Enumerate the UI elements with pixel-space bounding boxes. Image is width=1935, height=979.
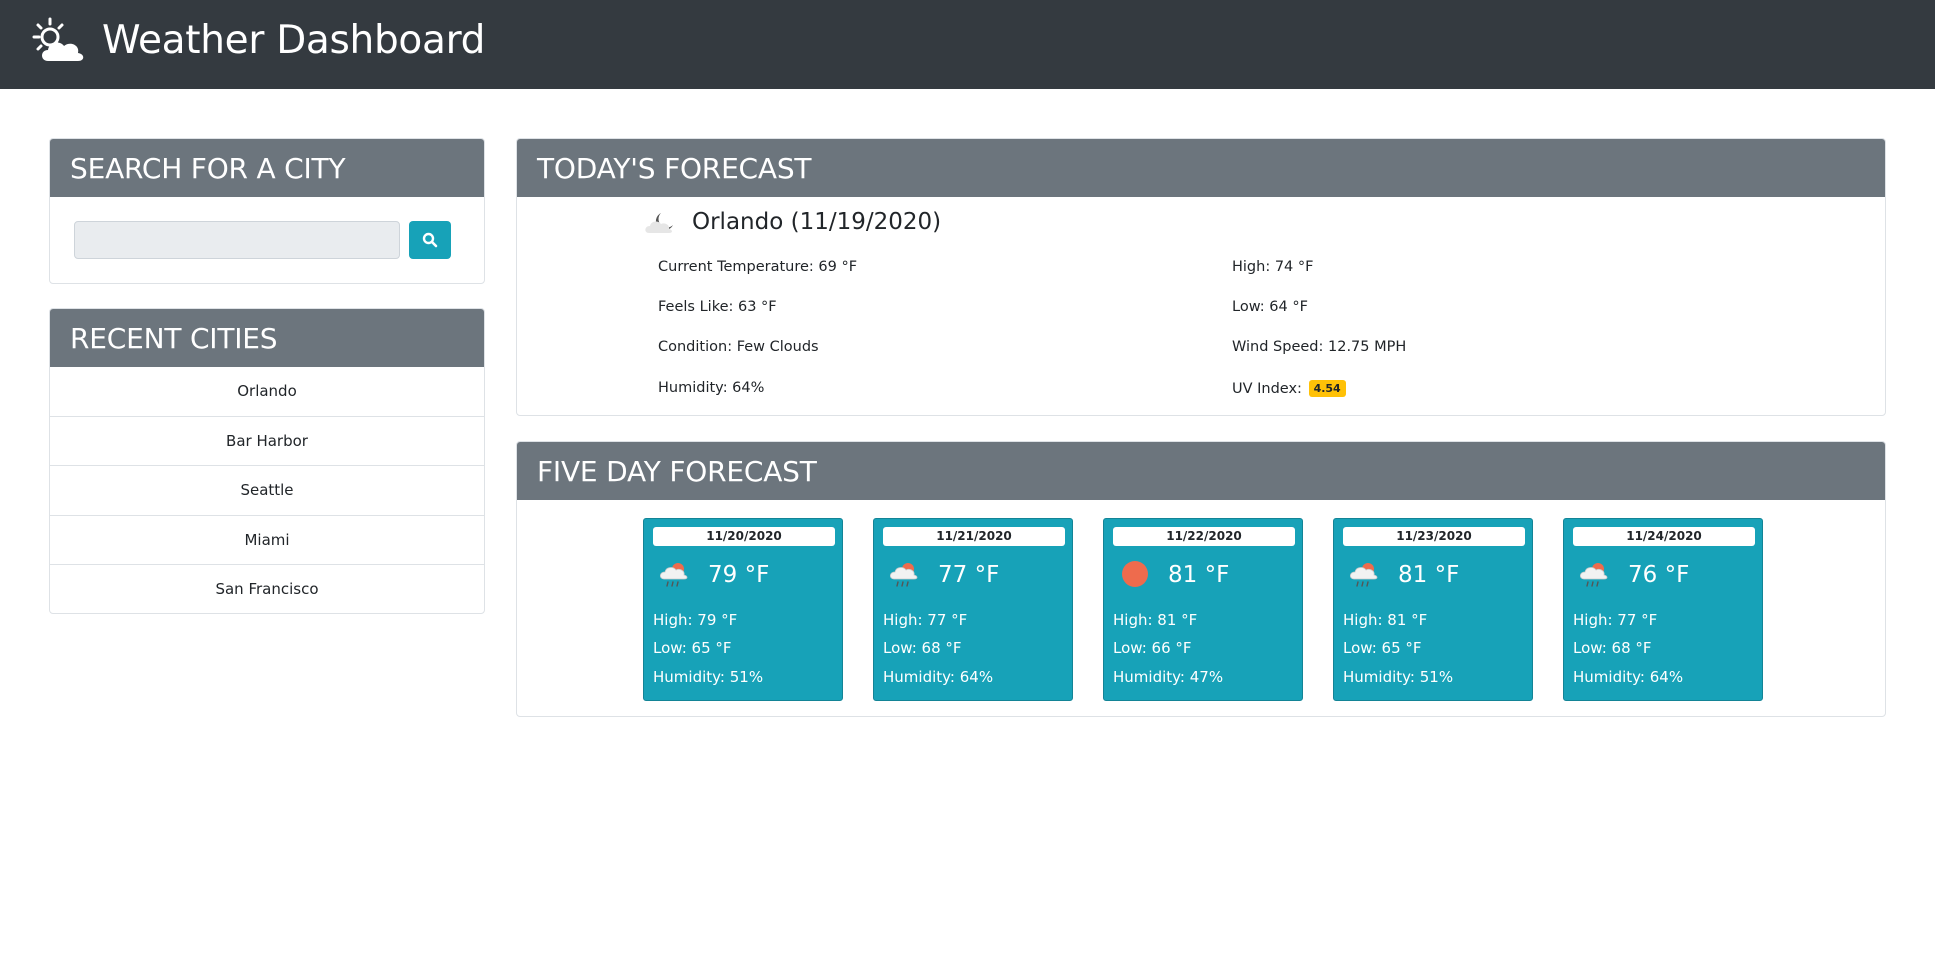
search-button[interactable]	[409, 221, 451, 259]
recent-cities-list: Orlando Bar Harbor Seattle Miami San Fra…	[50, 367, 484, 613]
high-temperature: High: 74 °F	[1232, 259, 1314, 275]
forecast-temp: 79 °F	[708, 562, 770, 588]
forecast-temp: 77 °F	[938, 562, 1000, 588]
rain-sun-icon	[659, 563, 688, 587]
uv-index-badge: 4.54	[1308, 380, 1346, 397]
forecast-high: High: 81 °F	[1113, 611, 1198, 629]
forecast-day-card: 11/21/2020 77 °F High: 77 °F Low: 68 °F …	[873, 518, 1073, 701]
forecast-date: 11/22/2020	[1113, 527, 1295, 546]
current-temperature: Current Temperature: 69 °F	[658, 259, 858, 275]
forecast-low: Low: 65 °F	[1343, 639, 1422, 657]
rain-sun-icon	[1349, 563, 1378, 587]
recent-city-item[interactable]: Miami	[50, 516, 484, 565]
todays-forecast-heading: TODAY'S FORECAST	[517, 139, 1885, 197]
forecast-date: 11/23/2020	[1343, 527, 1525, 546]
forecast-low: Low: 68 °F	[883, 639, 962, 657]
wind-speed: Wind Speed: 12.75 MPH	[1232, 339, 1407, 355]
recent-city-item[interactable]: San Francisco	[50, 565, 484, 613]
forecast-high: High: 81 °F	[1343, 611, 1428, 629]
recent-city-item[interactable]: Seattle	[50, 466, 484, 516]
rain-sun-icon	[889, 563, 918, 587]
forecast-date: 11/24/2020	[1573, 527, 1755, 546]
search-heading: SEARCH FOR A CITY	[50, 139, 484, 197]
forecast-day-card: 11/20/2020 79 °F High: 79 °F Low: 65 °F …	[643, 518, 843, 701]
today-city-date: Orlando (11/19/2020)	[692, 209, 942, 235]
todays-forecast-card: TODAY'S FORECAST Orlando (11/19/2020) Cu…	[516, 138, 1886, 416]
search-card: SEARCH FOR A CITY	[49, 138, 485, 284]
forecast-low: Low: 65 °F	[653, 639, 732, 657]
forecast-day-card: 11/24/2020 76 °F High: 77 °F Low: 68 °F …	[1563, 518, 1763, 701]
forecast-low: Low: 68 °F	[1573, 639, 1652, 657]
recent-cities-heading: RECENT CITIES	[50, 309, 484, 367]
forecast-high: High: 77 °F	[883, 611, 968, 629]
humidity: Humidity: 64%	[658, 380, 765, 396]
forecast-humidity: Humidity: 64%	[1573, 668, 1684, 686]
forecast-temp: 81 °F	[1168, 562, 1230, 588]
search-icon	[422, 232, 438, 248]
forecast-humidity: Humidity: 51%	[1343, 668, 1454, 686]
condition: Condition: Few Clouds	[658, 339, 819, 355]
recent-city-item[interactable]: Orlando	[50, 367, 484, 417]
rain-sun-icon	[1579, 563, 1608, 587]
recent-cities-card: RECENT CITIES Orlando Bar Harbor Seattle…	[49, 308, 485, 614]
search-input[interactable]	[74, 221, 400, 259]
uv-index: UV Index: 4.54	[1232, 380, 1346, 397]
forecast-temp: 76 °F	[1628, 562, 1690, 588]
forecast-date: 11/20/2020	[653, 527, 835, 546]
sun-cloud-icon	[32, 17, 84, 61]
forecast-date: 11/21/2020	[883, 527, 1065, 546]
forecast-humidity: Humidity: 51%	[653, 668, 764, 686]
forecast-temp: 81 °F	[1398, 562, 1460, 588]
five-day-forecast-card: FIVE DAY FORECAST 11/20/2020 79 °F High:…	[516, 441, 1886, 717]
forecast-high: High: 77 °F	[1573, 611, 1658, 629]
five-day-forecast-heading: FIVE DAY FORECAST	[517, 442, 1885, 500]
page-title: Weather Dashboard	[102, 18, 486, 63]
few-clouds-night-icon	[645, 213, 673, 233]
feels-like: Feels Like: 63 °F	[658, 299, 777, 315]
uv-index-label: UV Index:	[1232, 381, 1302, 397]
sun-icon	[1122, 561, 1148, 587]
forecast-low: Low: 66 °F	[1113, 639, 1192, 657]
forecast-humidity: Humidity: 47%	[1113, 668, 1224, 686]
navbar: Weather Dashboard	[0, 0, 1935, 89]
forecast-humidity: Humidity: 64%	[883, 668, 994, 686]
low-temperature: Low: 64 °F	[1232, 299, 1308, 315]
forecast-day-card: 11/22/2020 81 °F High: 81 °F Low: 66 °F …	[1103, 518, 1303, 701]
forecast-high: High: 79 °F	[653, 611, 738, 629]
forecast-day-card: 11/23/2020 81 °F High: 81 °F Low: 65 °F …	[1333, 518, 1533, 701]
recent-city-item[interactable]: Bar Harbor	[50, 417, 484, 466]
